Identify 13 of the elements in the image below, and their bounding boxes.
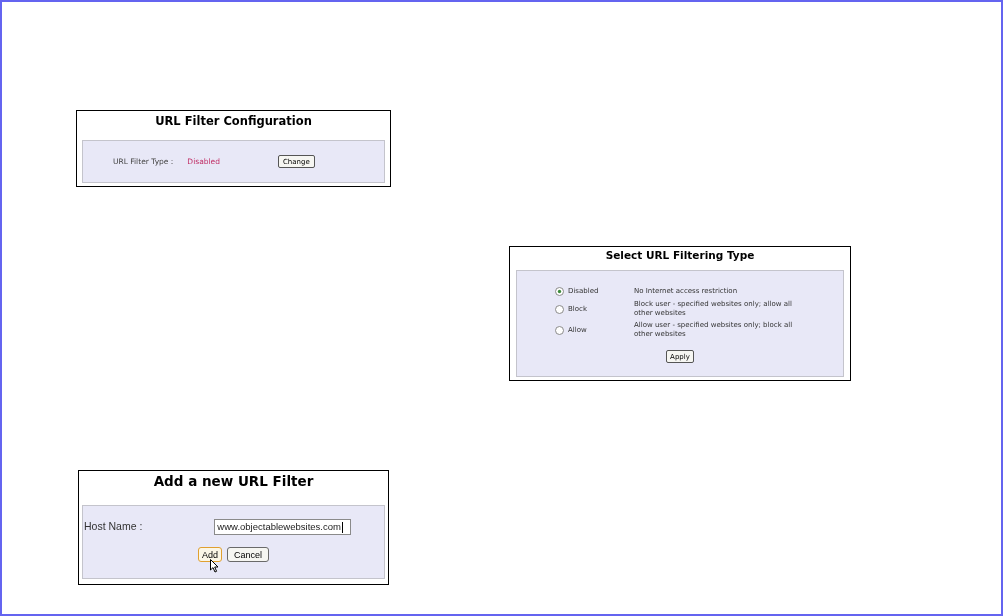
radio-button[interactable] (555, 304, 564, 314)
mouse-pointer-icon (210, 559, 219, 573)
host-name-value: www.objectablewebsites.com (217, 521, 341, 533)
radio-button[interactable] (555, 325, 564, 335)
radio-button[interactable] (555, 286, 564, 296)
text-caret (341, 521, 343, 533)
dialog-button[interactable]: Add (198, 547, 222, 562)
panel-title: URL Filter Configuration (154, 113, 313, 130)
host-name-label: Host Name : (84, 519, 143, 535)
panel-title: Select URL Filtering Type (604, 248, 756, 263)
host-name-input[interactable]: www.objectablewebsites.com (214, 519, 352, 535)
dialog-button[interactable]: Cancel (227, 547, 270, 562)
panel-title: Add a new URL Filter (152, 472, 315, 491)
